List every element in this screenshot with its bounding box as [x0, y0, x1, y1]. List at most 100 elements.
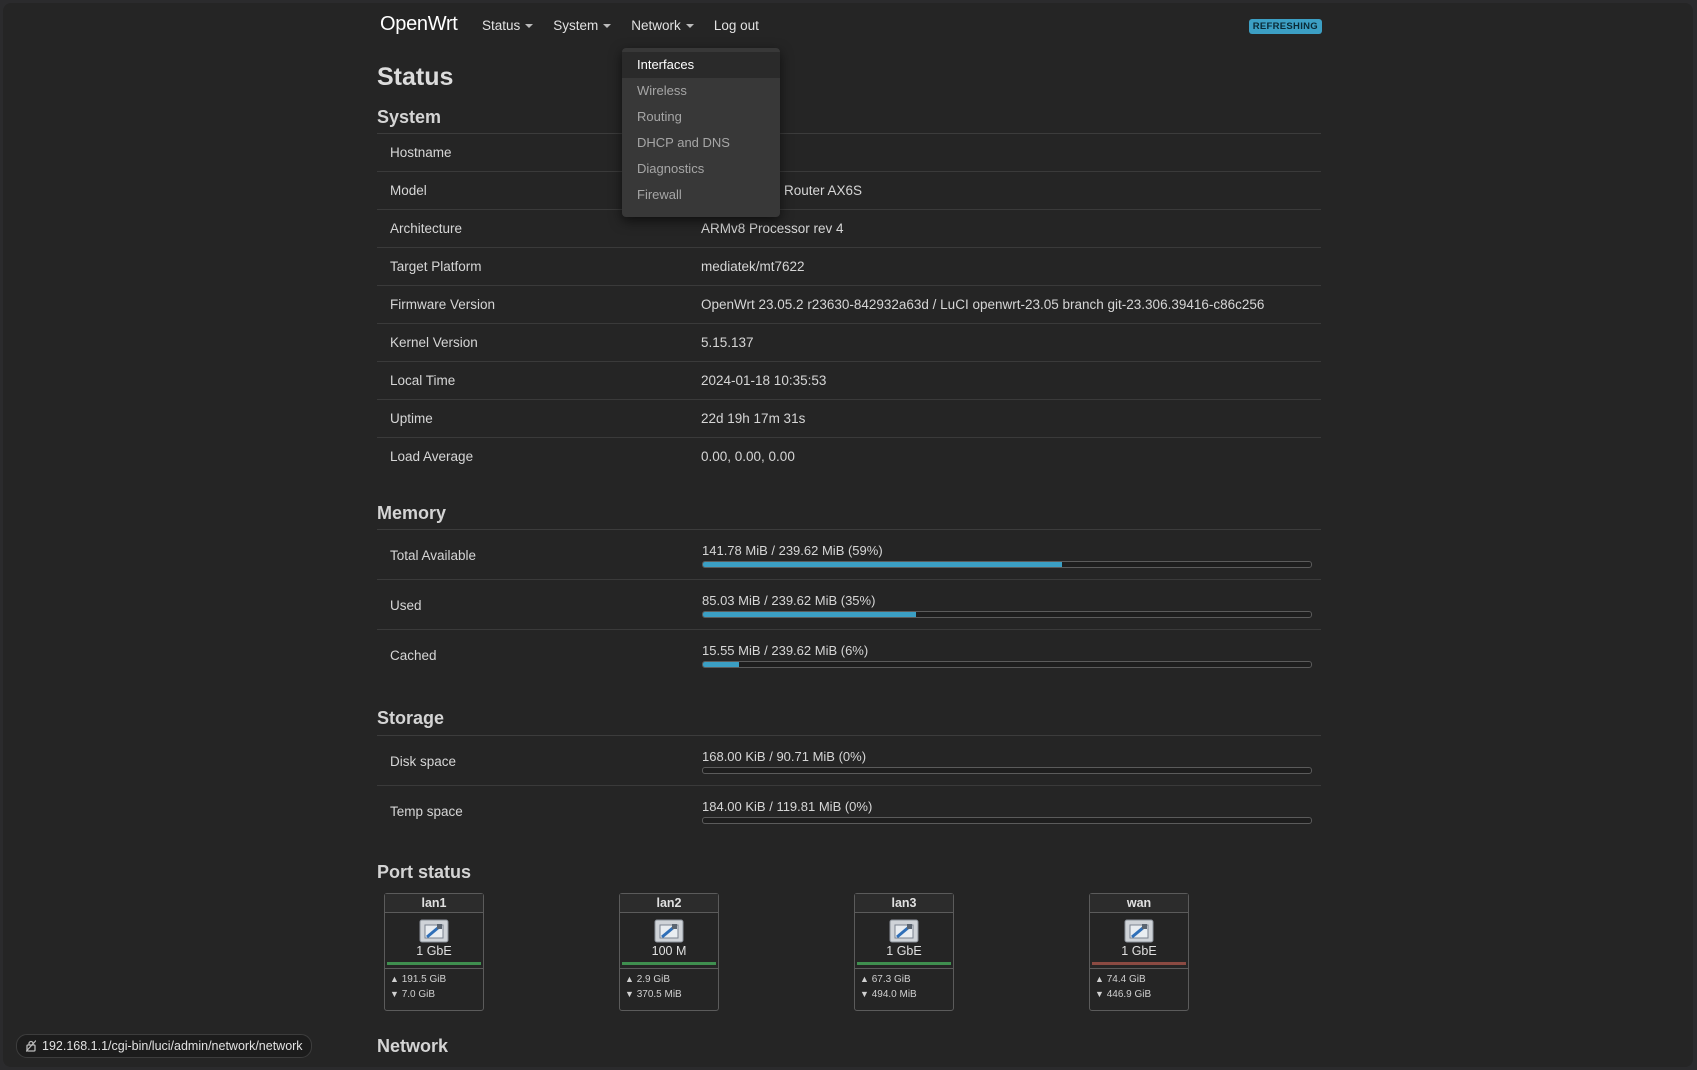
table-row: Architecture ARMv8 Processor rev 4 [377, 210, 1321, 248]
rx-counter: ▼ 7.0 GiB [390, 987, 483, 1002]
rx-counter: ▼ 494.0 MiB [860, 987, 953, 1002]
rx-arrow-icon: ▼ [1095, 989, 1104, 999]
tx-arrow-icon: ▲ [1095, 974, 1104, 984]
ethernet-port-icon [654, 919, 684, 943]
menu-item-interfaces[interactable]: Interfaces [622, 52, 780, 78]
progress-fill [703, 562, 1062, 567]
port-traffic: ▲ 74.4 GiB ▼ 446.9 GiB [1090, 968, 1188, 1002]
network-dropdown-menu: Interfaces Wireless Routing DHCP and DNS… [622, 48, 780, 217]
tx-arrow-icon: ▲ [390, 974, 399, 984]
port-link-indicator [387, 962, 481, 965]
rx-counter: ▼ 370.5 MiB [625, 987, 718, 1002]
usage-label: 168.00 KiB / 90.71 MiB (0%) [702, 749, 867, 764]
rx-value: 494.0 MiB [871, 989, 917, 1000]
row-key: Architecture [390, 221, 463, 236]
tx-arrow-icon: ▲ [860, 974, 869, 984]
table-row: Model Router AX6S [377, 172, 1321, 210]
nav-status[interactable]: Status [482, 18, 534, 33]
system-heading: System [377, 107, 442, 127]
table-row: Disk space 168.00 KiB / 90.71 MiB (0%) [377, 736, 1321, 786]
tx-value: 191.5 GiB [401, 974, 447, 985]
port-speed: 1 GbE [416, 944, 452, 958]
tx-counter: ▲ 67.3 GiB [860, 972, 953, 987]
progress-bar [702, 767, 1312, 774]
menu-item-routing[interactable]: Routing [622, 104, 780, 130]
port-name: lan2 [620, 894, 718, 913]
progress-bar [702, 561, 1312, 568]
row-key: Kernel Version [390, 335, 478, 350]
row-value: Router AX6S [784, 183, 863, 198]
port-link-indicator [622, 962, 716, 965]
port-link-indicator [857, 962, 951, 965]
rx-counter: ▼ 446.9 GiB [1095, 987, 1188, 1002]
table-row: Temp space 184.00 KiB / 119.81 MiB (0%) [377, 786, 1321, 835]
row-key: Model [390, 183, 427, 198]
tx-value: 74.4 GiB [1106, 974, 1146, 985]
memory-heading: Memory [377, 503, 447, 523]
port-wan[interactable]: wan 1 GbE ▲ 74.4 GiB ▼ 446.9 GiB [1089, 893, 1189, 1011]
status-url-text: 192.168.1.1/cgi-bin/luci/admin/network/n… [42, 1039, 303, 1053]
menu-item-dhcp-dns[interactable]: DHCP and DNS [622, 130, 780, 156]
row-key: Local Time [390, 373, 456, 388]
progress-bar [702, 817, 1312, 824]
refreshing-badge[interactable]: REFRESHING [1248, 19, 1322, 34]
progress-bar [702, 661, 1312, 668]
nav-logout[interactable]: Log out [714, 18, 759, 33]
row-key: Load Average [390, 449, 474, 464]
row-key: Uptime [390, 411, 433, 426]
rx-value: 370.5 MiB [636, 989, 682, 1000]
link-preview-statusbar: 192.168.1.1/cgi-bin/luci/admin/network/n… [16, 1034, 312, 1058]
page-container: OpenWrt Status System Network Log out RE… [377, 3, 1322, 1056]
nav-network[interactable]: Network [631, 18, 694, 33]
rx-value: 446.9 GiB [1106, 989, 1152, 1000]
port-name: wan [1090, 894, 1188, 913]
storage-heading: Storage [377, 708, 445, 728]
brand-logo[interactable]: OpenWrt [380, 13, 458, 36]
table-row: Used 85.03 MiB / 239.62 MiB (35%) [377, 580, 1321, 630]
ethernet-port-icon [1124, 919, 1154, 943]
browser-viewport: OpenWrt Status System Network Log out RE… [3, 3, 1693, 1067]
chevron-down-icon [685, 23, 694, 28]
nav-status-label: Status [482, 18, 521, 33]
table-row: Load Average 0.00, 0.00, 0.00 [377, 438, 1321, 475]
port-lan2[interactable]: lan2 100 M ▲ 2.9 GiB ▼ 370.5 MiB [619, 893, 719, 1011]
table-row: Kernel Version 5.15.137 [377, 324, 1321, 362]
row-key: Hostname [390, 145, 452, 160]
port-traffic: ▲ 191.5 GiB ▼ 7.0 GiB [385, 968, 483, 1002]
rx-arrow-icon: ▼ [390, 989, 399, 999]
ethernet-port-icon [889, 919, 919, 943]
menu-item-firewall[interactable]: Firewall [622, 182, 780, 208]
row-value: ARMv8 Processor rev 4 [701, 221, 844, 236]
port-name: lan1 [385, 894, 483, 913]
usage-label: 85.03 MiB / 239.62 MiB (35%) [702, 593, 876, 608]
progress-fill [703, 662, 740, 667]
port-traffic: ▲ 2.9 GiB ▼ 370.5 MiB [620, 968, 718, 1002]
tx-value: 2.9 GiB [636, 974, 671, 985]
row-value: 22d 19h 17m 31s [701, 411, 806, 426]
port-name: lan3 [855, 894, 953, 913]
nav-network-label: Network [631, 18, 681, 33]
usage-label: 184.00 KiB / 119.81 MiB (0%) [702, 799, 873, 814]
port-lan1[interactable]: lan1 1 GbE ▲ 191.5 GiB ▼ 7.0 GiB [384, 893, 484, 1011]
nav-system[interactable]: System [553, 18, 612, 33]
row-key: Target Platform [390, 259, 482, 274]
nav-logout-label: Log out [713, 18, 759, 33]
port-lan3[interactable]: lan3 1 GbE ▲ 67.3 GiB ▼ 494.0 MiB [854, 893, 954, 1011]
table-row: Hostname [377, 134, 1321, 172]
menu-item-diagnostics[interactable]: Diagnostics [622, 156, 780, 182]
rx-arrow-icon: ▼ [860, 989, 869, 999]
rx-value: 7.0 GiB [401, 989, 436, 1000]
network-heading: Network [377, 1036, 449, 1056]
progress-fill [703, 612, 916, 617]
row-value: 5.15.137 [701, 335, 754, 350]
menu-item-wireless[interactable]: Wireless [622, 78, 780, 104]
port-link-indicator [1092, 962, 1186, 965]
top-navbar: OpenWrt Status System Network Log out RE… [377, 3, 1322, 49]
page-title: Status [377, 63, 454, 91]
insecure-lock-icon [26, 1040, 36, 1052]
port-traffic: ▲ 67.3 GiB ▼ 494.0 MiB [855, 968, 953, 1002]
port-status-heading: Port status [377, 862, 472, 882]
table-row: Total Available 141.78 MiB / 239.62 MiB (… [377, 530, 1321, 580]
usage-label: 15.55 MiB / 239.62 MiB (6%) [702, 643, 869, 658]
port-speed: 1 GbE [1121, 944, 1157, 958]
